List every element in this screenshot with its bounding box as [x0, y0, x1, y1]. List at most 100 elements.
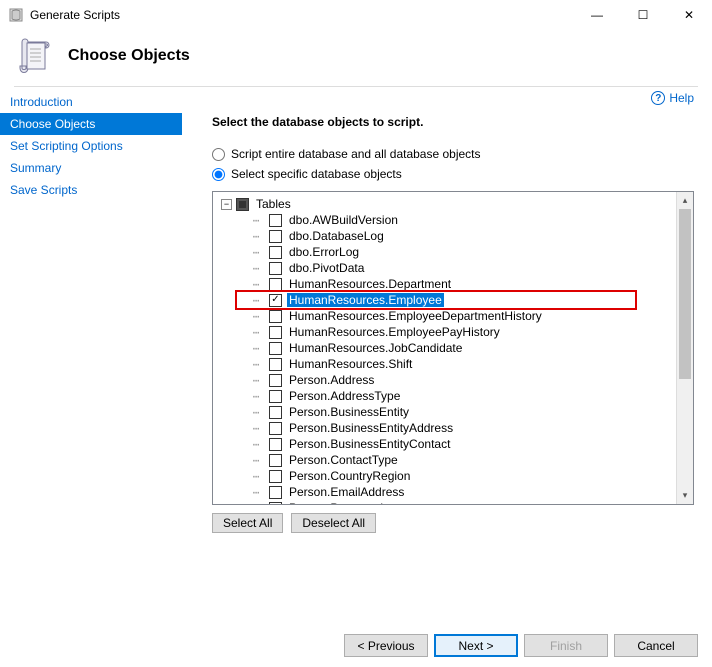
tree-item-label: HumanResources.EmployeePayHistory [287, 325, 502, 339]
tree-connector: ⋯ [243, 278, 269, 291]
root-label: Tables [254, 197, 293, 211]
tree-item[interactable]: ⋯dbo.DatabaseLog [215, 228, 674, 244]
tree-checkbox[interactable] [269, 230, 282, 243]
tree-checkbox[interactable] [269, 262, 282, 275]
collapse-icon[interactable]: − [221, 199, 232, 210]
main-panel: ? Help Select the database objects to sc… [182, 87, 712, 617]
tree-checkbox[interactable] [269, 470, 282, 483]
tree-item-label: HumanResources.EmployeeDepartmentHistory [287, 309, 544, 323]
tree-connector: ⋯ [243, 406, 269, 419]
cancel-button[interactable]: Cancel [614, 634, 698, 657]
tree-item[interactable]: ⋯ dbo.ErrorLog [215, 244, 674, 260]
tree-item[interactable]: ⋯Person.ContactType [215, 452, 674, 468]
tree-checkbox[interactable] [269, 342, 282, 355]
tree-item-label: HumanResources.Department [287, 277, 453, 291]
scroll-down-button[interactable]: ▾ [677, 487, 693, 504]
tree-connector: ⋯ [243, 246, 269, 259]
tree-checkbox[interactable] [269, 310, 282, 323]
tree-item-label: Person.BusinessEntity [287, 405, 411, 419]
tree-item[interactable]: ⋯ dbo.PivotData [215, 260, 674, 276]
tree-item-label: Person.Password [287, 501, 385, 504]
tree-item-label: Person.AddressType [287, 389, 402, 403]
tree-item[interactable]: ⋯ Person.BusinessEntityContact [215, 436, 674, 452]
tree-item-label: dbo.AWBuildVersion [287, 213, 400, 227]
help-link[interactable]: ? Help [651, 91, 694, 105]
tree-connector: ⋯ [243, 310, 269, 323]
root-checkbox[interactable] [236, 198, 249, 211]
radio-entire-input[interactable] [212, 148, 225, 161]
tree-item[interactable]: ⋯Person.CountryRegion [215, 468, 674, 484]
sidebar-item-summary[interactable]: Summary [0, 157, 182, 179]
tree-item[interactable]: ⋯ dbo.AWBuildVersion [215, 212, 674, 228]
tree-checkbox[interactable] [269, 454, 282, 467]
tree-item-label: Person.BusinessEntityContact [287, 437, 452, 451]
tree-checkbox[interactable] [269, 406, 282, 419]
radio-entire-database[interactable]: Script entire database and all database … [212, 147, 694, 161]
tree-item-label: dbo.ErrorLog [287, 245, 361, 259]
tree-item[interactable]: ⋯ HumanResources.EmployeeDepartmentHistor… [215, 308, 674, 324]
tree-connector: ⋯ [243, 262, 269, 275]
tree-root-tables[interactable]: − Tables [215, 196, 674, 212]
section-heading: Select the database objects to script. [212, 115, 694, 129]
close-button[interactable]: ✕ [666, 0, 712, 30]
previous-button[interactable]: < Previous [344, 634, 428, 657]
radio-specific-label: Select specific database objects [231, 167, 402, 181]
sidebar-item-set-scripting-options[interactable]: Set Scripting Options [0, 135, 182, 157]
tree-item[interactable]: ⋯HumanResources.EmployeePayHistory [215, 324, 674, 340]
deselect-all-button[interactable]: Deselect All [291, 513, 376, 533]
tree-item[interactable]: ⋯ Person.BusinessEntity [215, 404, 674, 420]
tree-item-label: dbo.DatabaseLog [287, 229, 386, 243]
app-icon [8, 7, 24, 23]
sidebar-item-save-scripts[interactable]: Save Scripts [0, 179, 182, 201]
title-bar: Generate Scripts — ☐ ✕ [0, 0, 712, 30]
finish-button[interactable]: Finish [524, 634, 608, 657]
tree-checkbox[interactable] [269, 502, 282, 505]
maximize-button[interactable]: ☐ [620, 0, 666, 30]
sidebar-item-choose-objects[interactable]: Choose Objects [0, 113, 182, 135]
page-title: Choose Objects [68, 47, 190, 65]
tree-checkbox[interactable] [269, 294, 282, 307]
scroll-up-button[interactable]: ▴ [677, 192, 693, 209]
tree-checkbox[interactable] [269, 390, 282, 403]
scroll-icon [14, 36, 54, 76]
tree-checkbox[interactable] [269, 278, 282, 291]
tree-checkbox[interactable] [269, 246, 282, 259]
scroll-thumb[interactable] [679, 209, 691, 379]
tree-checkbox[interactable] [269, 438, 282, 451]
tree-item[interactable]: ⋯Person.AddressType [215, 388, 674, 404]
tree-checkbox[interactable] [269, 358, 282, 371]
tree-item[interactable]: ⋯ HumanResources.Employee [215, 292, 674, 308]
help-label: Help [669, 91, 694, 105]
select-all-button[interactable]: Select All [212, 513, 283, 533]
next-button[interactable]: Next > [434, 634, 518, 657]
tree-connector: ⋯ [243, 342, 269, 355]
tree-checkbox[interactable] [269, 326, 282, 339]
tree-item-label: dbo.PivotData [287, 261, 366, 275]
tree-item[interactable]: ⋯Person.BusinessEntityAddress [215, 420, 674, 436]
radio-specific-objects[interactable]: Select specific database objects [212, 167, 694, 181]
tree-item[interactable]: ⋯HumanResources.Shift [215, 356, 674, 372]
tree-connector: ⋯ [243, 214, 269, 227]
tree-connector: ⋯ [243, 454, 269, 467]
help-icon: ? [651, 91, 665, 105]
tree-checkbox[interactable] [269, 422, 282, 435]
tree-connector: ⋯ [243, 502, 269, 505]
minimize-button[interactable]: — [574, 0, 620, 30]
page-header: Choose Objects [0, 30, 712, 86]
radio-specific-input[interactable] [212, 168, 225, 181]
tree-checkbox[interactable] [269, 374, 282, 387]
object-tree[interactable]: −Tables⋯dbo.AWBuildVersion⋯dbo.DatabaseL… [213, 192, 676, 504]
tree-item-label: HumanResources.Employee [287, 293, 444, 307]
sidebar-item-introduction[interactable]: Introduction [0, 91, 182, 113]
tree-checkbox[interactable] [269, 214, 282, 227]
tree-item[interactable]: ⋯ HumanResources.Department [215, 276, 674, 292]
tree-item[interactable]: ⋯ Person.Password [215, 500, 674, 504]
tree-checkbox[interactable] [269, 486, 282, 499]
tree-connector: ⋯ [243, 438, 269, 451]
tree-connector: ⋯ [243, 294, 269, 307]
tree-item[interactable]: ⋯Person.EmailAddress [215, 484, 674, 500]
tree-item[interactable]: ⋯HumanResources.JobCandidate [215, 340, 674, 356]
tree-container: −Tables⋯dbo.AWBuildVersion⋯dbo.DatabaseL… [212, 191, 694, 505]
tree-item[interactable]: ⋯Person.Address [215, 372, 674, 388]
tree-scrollbar[interactable]: ▴ ▾ [676, 192, 693, 504]
